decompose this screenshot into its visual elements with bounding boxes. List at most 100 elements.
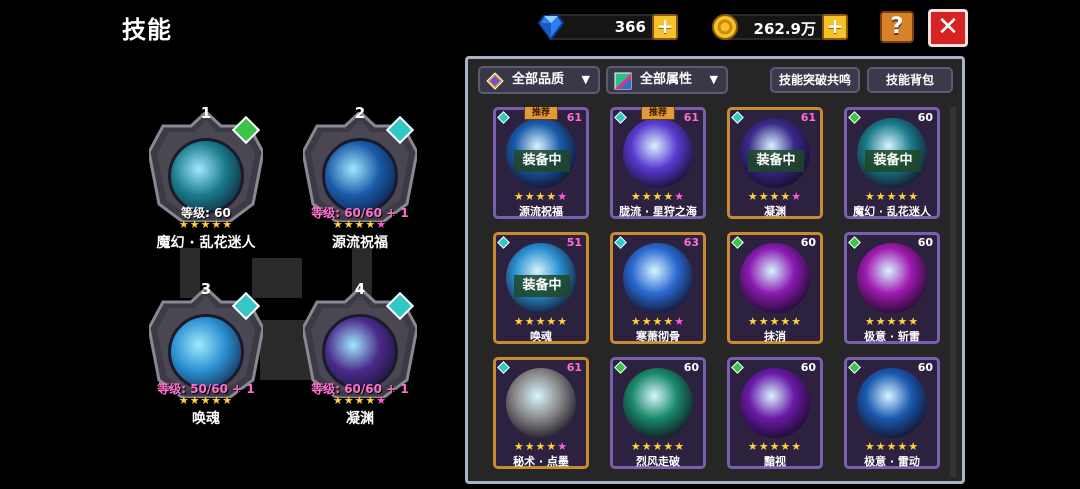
skill-name: 黯视 (764, 455, 786, 468)
skill-art-icon (740, 243, 810, 313)
equipped-slot-4[interactable]: 4 等级: 60/60 + 1 ★★★★★ 凝渊 (295, 274, 425, 427)
quality-filter-dropdown[interactable]: 全部品质 ▼ (478, 66, 600, 94)
element-gem-icon (497, 236, 510, 249)
skill-stars: ★★★★★ (513, 315, 569, 328)
skill-level: 61 (566, 361, 582, 374)
skill-level: 63 (683, 236, 699, 249)
slot-stars: ★★★★★ (332, 394, 388, 407)
skill-card[interactable]: 60 ★★★★★ 魔幻 · 乱花迷人 装备中 (844, 107, 940, 219)
page-title: 技能 (122, 16, 172, 44)
skill-level: 60 (800, 361, 816, 374)
gem-counter: 366 + (537, 14, 678, 41)
skill-art-icon (623, 368, 693, 438)
attribute-icon (614, 72, 632, 90)
skill-card[interactable]: 61 ★★★★★ 秘术 · 点墨 (493, 357, 589, 469)
gold-amount: 262.9万 (753, 20, 816, 38)
skill-card[interactable]: 61 ★★★★★ 凝渊 装备中 (727, 107, 823, 219)
element-gem-icon (731, 236, 744, 249)
skill-orb-icon (168, 314, 244, 390)
skill-orb-icon (168, 138, 244, 214)
skill-art-icon (506, 368, 576, 438)
element-gem-icon (614, 111, 627, 124)
recommended-badge: 推荐 (524, 107, 558, 120)
skill-stars: ★★★★★ (747, 440, 803, 453)
recommended-badge: 推荐 (641, 107, 675, 120)
skill-art-icon (857, 243, 927, 313)
skill-card[interactable]: 51 ★★★★★ 唤魂 装备中 (493, 232, 589, 344)
attribute-filter-dropdown[interactable]: 全部属性 ▼ (606, 66, 728, 94)
skill-orb-icon (322, 138, 398, 214)
quality-filter-label: 全部品质 (512, 72, 565, 87)
skill-card[interactable]: 63 ★★★★★ 寒萧彻骨 (610, 232, 706, 344)
skill-name: 源流祝福 (519, 205, 563, 218)
close-button[interactable]: ✕ (928, 9, 968, 47)
skill-art-icon (623, 118, 693, 188)
slot-number: 4 (354, 280, 366, 298)
attribute-filter-label: 全部属性 (640, 72, 693, 87)
skill-level: 60 (917, 236, 933, 249)
skill-level: 60 (917, 111, 933, 124)
skill-stars: ★★★★★ (630, 190, 686, 203)
skill-art-icon (740, 368, 810, 438)
skill-stars: ★★★★★ (864, 315, 920, 328)
slot-stars: ★★★★★ (178, 394, 234, 407)
skill-stars: ★★★★★ (513, 190, 569, 203)
element-gem-icon (497, 111, 510, 124)
help-button[interactable]: ? (880, 11, 914, 43)
skill-name: 极意 · 斩雷 (864, 330, 920, 343)
skill-name: 抹消 (764, 330, 786, 343)
skill-level: 61 (683, 111, 699, 124)
chevron-down-icon: ▼ (709, 73, 718, 86)
skill-stars: ★★★★★ (747, 190, 803, 203)
skill-name: 极意 · 雷动 (864, 455, 920, 468)
equipped-badge: 装备中 (514, 275, 570, 297)
gem-amount: 366 (614, 18, 646, 36)
element-gem-icon (848, 236, 861, 249)
element-gem-icon (731, 361, 744, 374)
equipped-slot-3[interactable]: 3 等级: 50/60 + 1 ★★★★★ 唤魂 (141, 274, 271, 427)
skill-card[interactable]: 60 ★★★★★ 烈风走破 (610, 357, 706, 469)
skill-name: 秘术 · 点墨 (513, 455, 569, 468)
skill-level: 60 (800, 236, 816, 249)
slot-skill-name: 唤魂 (192, 411, 220, 427)
skill-resonance-button[interactable]: 技能突破共鸣 (770, 67, 860, 93)
skill-level: 60 (683, 361, 699, 374)
skill-bag-button[interactable]: 技能背包 (867, 67, 953, 93)
chevron-down-icon: ▼ (581, 73, 590, 86)
skill-name: 胧流 · 星狩之海 (619, 205, 697, 218)
diamond-icon (537, 15, 565, 41)
skill-name: 魔幻 · 乱花迷人 (853, 205, 931, 218)
element-gem-icon (614, 361, 627, 374)
slot-skill-name: 魔幻 · 乱花迷人 (156, 235, 256, 251)
gold-counter: 262.9万 + (712, 14, 848, 40)
equipped-slot-1[interactable]: 1 等级: 60 ★★★★★ 魔幻 · 乱花迷人 (141, 98, 271, 251)
element-gem-icon (848, 111, 861, 124)
skill-card[interactable]: 61 ★★★★★ 源流祝福 推荐 装备中 (493, 107, 589, 219)
skill-list-scrollbar[interactable] (950, 107, 956, 477)
equipped-slot-2[interactable]: 2 等级: 60/60 + 1 ★★★★★ 源流祝福 (295, 98, 425, 251)
element-gem-icon (497, 361, 510, 374)
skill-card[interactable]: 61 ★★★★★ 胧流 · 星狩之海 推荐 (610, 107, 706, 219)
slot-stars: ★★★★★ (178, 218, 234, 231)
slot-number: 1 (200, 104, 212, 122)
element-gem-icon (848, 361, 861, 374)
skill-stars: ★★★★★ (864, 440, 920, 453)
skill-level: 60 (917, 361, 933, 374)
skill-grid: 61 ★★★★★ 源流祝福 推荐 装备中 61 ★★★★★ 胧流 · 星狩之海 推荐 … (493, 107, 941, 479)
skill-list-panel: 全部品质 ▼ 全部属性 ▼ 技能突破共鸣 技能背包 61 ★★★★★ 源流祝福 推… (465, 56, 965, 484)
add-gold-button[interactable]: + (822, 14, 848, 40)
skill-stars: ★★★★★ (630, 315, 686, 328)
skill-art-icon (857, 368, 927, 438)
skill-card[interactable]: 60 ★★★★★ 抹消 (727, 232, 823, 344)
skill-name: 烈风走破 (636, 455, 680, 468)
skill-name: 唤魂 (530, 330, 552, 343)
add-gems-button[interactable]: + (652, 14, 678, 40)
slot-skill-name: 凝渊 (346, 411, 374, 427)
skill-card[interactable]: 60 ★★★★★ 极意 · 斩雷 (844, 232, 940, 344)
skill-art-icon (623, 243, 693, 313)
slot-number: 2 (354, 104, 366, 122)
skill-card[interactable]: 60 ★★★★★ 黯视 (727, 357, 823, 469)
skill-orb-icon (322, 314, 398, 390)
skill-card[interactable]: 60 ★★★★★ 极意 · 雷动 (844, 357, 940, 469)
skill-name: 凝渊 (764, 205, 786, 218)
